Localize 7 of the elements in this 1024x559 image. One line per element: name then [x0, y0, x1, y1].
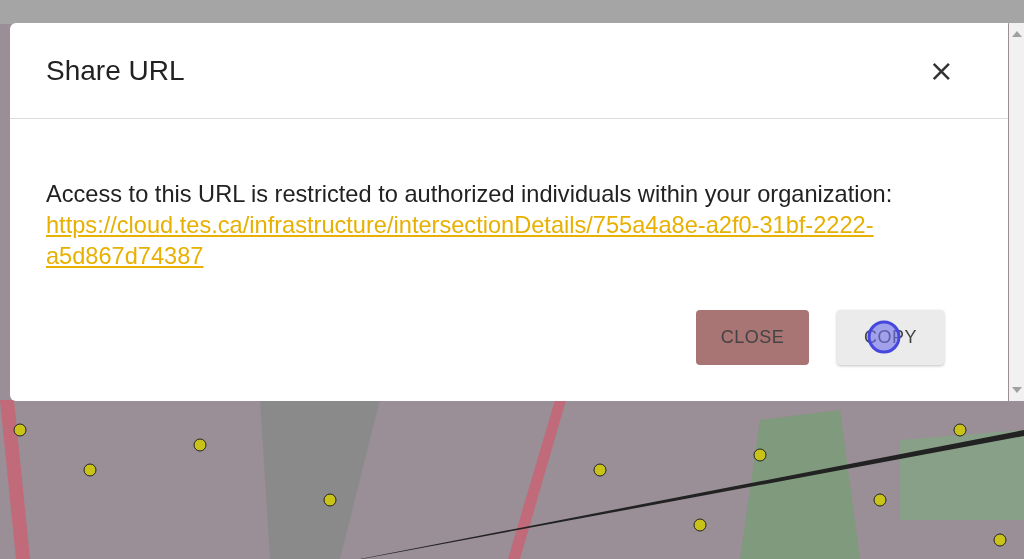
scroll-up-icon[interactable] [1011, 31, 1022, 37]
dialog-title: Share URL [46, 54, 185, 87]
message-text: Access to this URL is restricted to authorized individuals within your organization: [46, 180, 893, 209]
scroll-down-icon[interactable] [1011, 387, 1022, 393]
close-button[interactable]: CLOSE [696, 310, 809, 365]
url-link[interactable]: https://cloud.tes.ca/infrastructure/intersectionDetails/755a4a8e-a2f0-31bf-2222-a5d867d74387 [46, 210, 916, 272]
scrollbar[interactable] [1009, 23, 1024, 401]
